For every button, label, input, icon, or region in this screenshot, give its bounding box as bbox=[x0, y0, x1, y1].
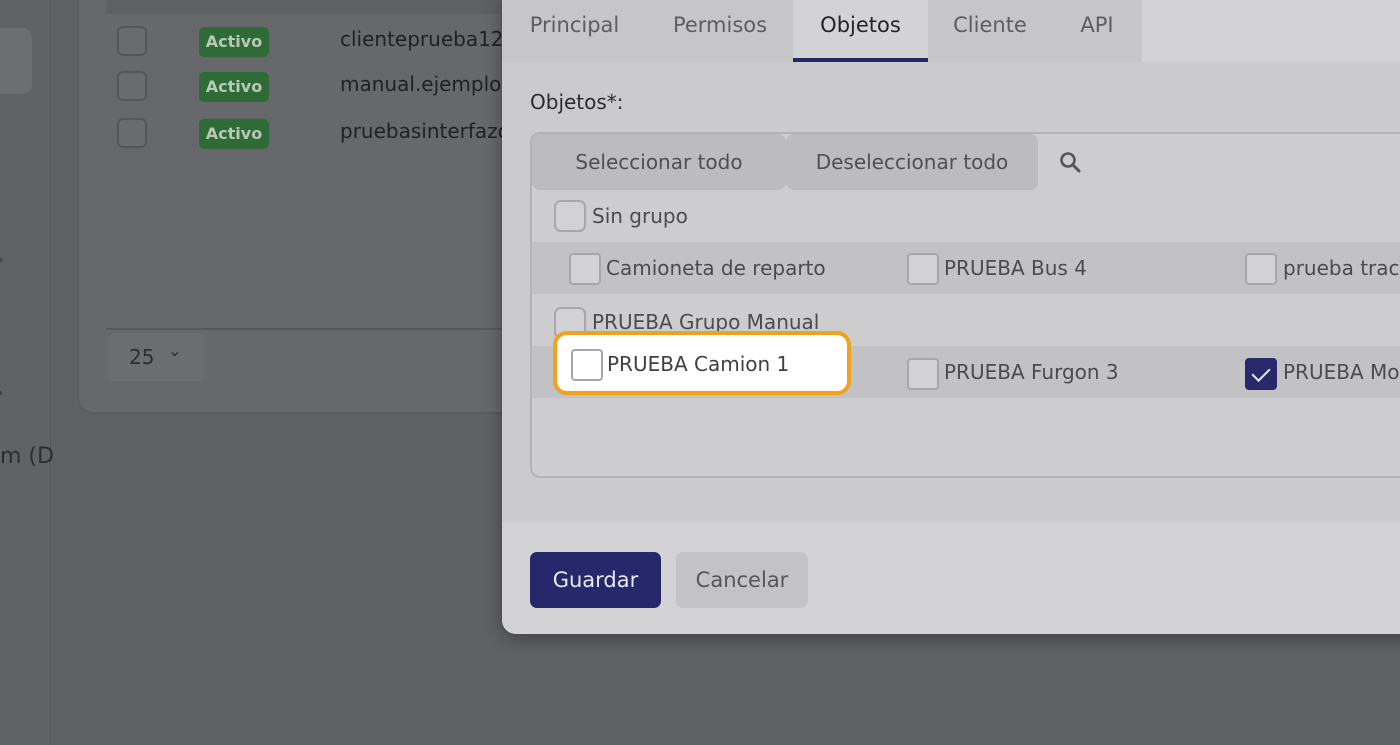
objects-field-label: Objetos*: bbox=[530, 90, 624, 114]
group-items-row: Camioneta de reparto PRUEBA Bus 4 prueba… bbox=[532, 242, 1400, 294]
username-cell: manual.ejemplo bbox=[340, 72, 502, 96]
tab-api[interactable]: API bbox=[1052, 0, 1142, 62]
nav-item-label: m (D bbox=[0, 444, 54, 469]
select-all-button[interactable]: Seleccionar todo bbox=[532, 134, 786, 190]
username-cell: pruebasinterfazo bbox=[340, 119, 510, 143]
page-size-value: 25 bbox=[129, 345, 155, 369]
nav-active-item[interactable] bbox=[0, 28, 32, 94]
object-label: Camioneta de reparto bbox=[606, 256, 826, 280]
cancel-button[interactable]: Cancelar bbox=[676, 552, 808, 608]
row-checkbox[interactable] bbox=[117, 71, 147, 101]
table-footer-divider bbox=[106, 328, 526, 330]
object-label: PRUEBA Camion 1 bbox=[607, 352, 790, 376]
left-navigation: › › m (D bbox=[0, 0, 54, 745]
page-size-select[interactable]: 25 ⌄ bbox=[108, 333, 204, 381]
highlighted-object-item[interactable]: PRUEBA Camion 1 bbox=[553, 331, 851, 395]
deselect-all-button[interactable]: Deseleccionar todo bbox=[786, 134, 1038, 190]
object-checkbox[interactable] bbox=[1245, 253, 1277, 285]
search-icon[interactable] bbox=[1058, 150, 1082, 174]
object-checkbox[interactable] bbox=[569, 253, 601, 285]
group-checkbox[interactable] bbox=[554, 200, 586, 232]
chevron-right-icon[interactable]: › bbox=[0, 382, 8, 402]
object-checkbox[interactable] bbox=[907, 358, 939, 390]
object-label: PRUEBA Mot bbox=[1283, 360, 1400, 384]
object-label: prueba track bbox=[1283, 256, 1400, 280]
object-checkbox-checked[interactable] bbox=[1245, 358, 1277, 390]
object-label: PRUEBA Bus 4 bbox=[944, 256, 1087, 280]
tab-permisos[interactable]: Permisos bbox=[647, 0, 793, 62]
username-cell: clienteprueba12 bbox=[340, 27, 504, 51]
object-checkbox[interactable] bbox=[907, 253, 939, 285]
tab-principal[interactable]: Principal bbox=[502, 0, 647, 62]
objects-selector: Seleccionar todo Deseleccionar todo Sin … bbox=[530, 132, 1400, 478]
group-row[interactable]: Sin grupo bbox=[532, 190, 1400, 242]
table-row[interactable]: Activo pruebasinterfazo bbox=[106, 112, 526, 156]
save-button[interactable]: Guardar bbox=[530, 552, 661, 608]
status-badge: Activo bbox=[199, 72, 269, 102]
tab-cliente[interactable]: Cliente bbox=[928, 0, 1052, 62]
modal-tabbar: Principal Permisos Objetos Cliente API bbox=[502, 0, 1142, 62]
status-badge: Activo bbox=[199, 27, 269, 57]
chevron-right-icon[interactable]: › bbox=[0, 249, 8, 269]
table-header bbox=[106, 0, 526, 14]
tab-objetos[interactable]: Objetos bbox=[793, 0, 928, 62]
object-checkbox[interactable] bbox=[571, 349, 603, 381]
row-checkbox[interactable] bbox=[117, 26, 147, 56]
user-edit-modal: Principal Permisos Objetos Cliente API O… bbox=[502, 0, 1400, 634]
table-row[interactable]: Activo clienteprueba12 bbox=[106, 20, 526, 64]
table-row[interactable]: Activo manual.ejemplo bbox=[106, 65, 526, 109]
object-label: PRUEBA Furgon 3 bbox=[944, 360, 1119, 384]
chevron-down-icon: ⌄ bbox=[168, 341, 182, 360]
status-badge: Activo bbox=[199, 119, 269, 149]
group-name: Sin grupo bbox=[592, 204, 688, 228]
row-checkbox[interactable] bbox=[117, 118, 147, 148]
